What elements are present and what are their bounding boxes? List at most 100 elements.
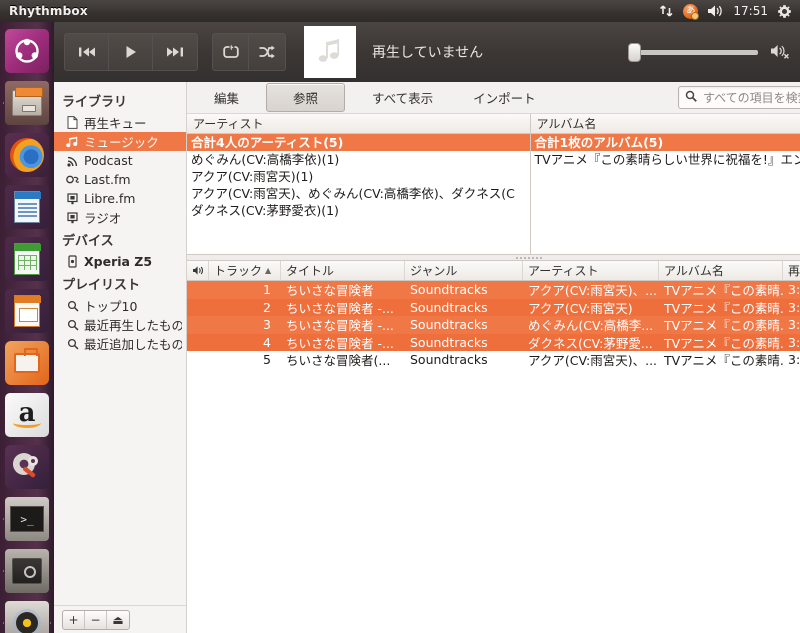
shuffle-button[interactable] bbox=[249, 34, 285, 70]
volume-slider-handle[interactable] bbox=[628, 42, 641, 62]
search-input[interactable]: すべての項目を検索します bbox=[678, 86, 800, 109]
panel-app-title[interactable]: Rhythmbox bbox=[9, 4, 88, 18]
launcher-item-libreoffice-impress[interactable] bbox=[3, 287, 51, 335]
album-column-header[interactable]: アルバム名 bbox=[530, 114, 800, 134]
album-art-placeholder[interactable] bbox=[304, 26, 356, 78]
ime-indicator[interactable]: あ bbox=[683, 0, 700, 22]
volume-slider[interactable] bbox=[628, 42, 758, 62]
column-header-genre[interactable]: ジャンル bbox=[405, 261, 523, 280]
eject-button[interactable]: ⏏ bbox=[107, 611, 129, 629]
repeat-button[interactable] bbox=[213, 34, 249, 70]
launcher-item-amazon[interactable]: a bbox=[3, 391, 51, 439]
search-playlist-icon bbox=[66, 318, 79, 331]
table-row[interactable]: 2 ちいさな冒険者 -... Soundtracks アクア(CV:雨宮天) T… bbox=[187, 298, 800, 316]
remove-playlist-button[interactable]: − bbox=[85, 610, 107, 629]
cell-track: 3 bbox=[263, 317, 271, 333]
previous-button[interactable] bbox=[65, 34, 109, 70]
sidebar-item-label: Libre.fm bbox=[84, 191, 136, 206]
cell-title: ちいさな冒険者 -... bbox=[286, 318, 394, 334]
previous-icon bbox=[78, 47, 95, 57]
launcher-item-libreoffice-calc[interactable] bbox=[3, 235, 51, 283]
launcher-item-libreoffice-writer[interactable] bbox=[3, 183, 51, 231]
librefm-radio-icon bbox=[66, 192, 79, 205]
launcher-item-files[interactable] bbox=[3, 79, 51, 127]
sidebar-item-podcast[interactable]: Podcast bbox=[54, 151, 186, 170]
add-playlist-button[interactable]: + bbox=[63, 610, 85, 629]
show-all-button[interactable]: すべて表示 bbox=[359, 83, 446, 112]
edit-button[interactable]: 編集 bbox=[201, 83, 252, 112]
cell-artist: アクア(CV:雨宮天)、... bbox=[528, 283, 658, 299]
launcher-item-software-center[interactable] bbox=[3, 339, 51, 387]
artist-row[interactable]: めぐみん(CV:高橋李依)(1) bbox=[187, 151, 530, 168]
artist-row[interactable]: アクア(CV:雨宮天)、めぐみん(CV:高橋李依)、ダクネス(C bbox=[187, 185, 530, 202]
running-indicator-left bbox=[3, 567, 4, 575]
sidebar-section-devices-title: デバイス bbox=[62, 234, 114, 249]
track-list: トラック ▲ タイトル ジャンル アーティスト アルバム名 再生時間 1 bbox=[187, 261, 800, 633]
album-row-all[interactable]: 合計1枚のアルバム(5) bbox=[530, 134, 800, 151]
album-row[interactable]: TVアニメ『この素晴らしい世界に祝福を!』エンディング・テ bbox=[531, 151, 800, 168]
launcher-item-firefox[interactable] bbox=[3, 131, 51, 179]
sidebar-item-recently-added[interactable]: 最近追加したもの bbox=[54, 334, 186, 353]
cell-album: TVアニメ『この素晴... bbox=[664, 335, 783, 351]
main-pane: 編集 参照 すべて表示 インポート すべての項目を検索します アーティスト bbox=[187, 82, 800, 633]
search-playlist-icon bbox=[66, 337, 79, 350]
sidebar-item-label: Last.fm bbox=[84, 172, 131, 187]
column-header-duration[interactable]: 再生時間 bbox=[783, 261, 800, 280]
search-placeholder: すべての項目を検索します bbox=[703, 91, 800, 105]
network-updown-icon[interactable] bbox=[659, 0, 674, 22]
artist-list: 合計4人のアーティスト(5) めぐみん(CV:高橋李依)(1) アクア(CV:雨… bbox=[187, 134, 530, 254]
sidebar-item-librefm[interactable]: Libre.fm bbox=[54, 189, 186, 208]
sidebar-item-label: ラジオ bbox=[84, 211, 122, 226]
sidebar-item-top10[interactable]: トップ10 bbox=[54, 296, 186, 315]
launcher-item-system-settings[interactable] bbox=[3, 443, 51, 491]
column-header-track[interactable]: トラック ▲ bbox=[209, 261, 281, 280]
artist-row[interactable]: アクア(CV:雨宮天)(1) bbox=[187, 168, 530, 185]
music-notes-icon bbox=[66, 135, 79, 148]
launcher-item-disk-safe[interactable] bbox=[3, 547, 51, 595]
sidebar-item-music[interactable]: ミュージック bbox=[54, 132, 186, 151]
cell-genre: Soundtracks bbox=[410, 299, 488, 315]
cell-album: TVアニメ『この素晴... bbox=[664, 300, 783, 316]
now-playing-label: 再生していません bbox=[372, 45, 484, 61]
launcher-item-terminal[interactable]: >_ bbox=[3, 495, 51, 543]
column-header-title[interactable]: タイトル bbox=[281, 261, 405, 280]
volume-muted-icon[interactable] bbox=[770, 43, 790, 62]
artist-column-header[interactable]: アーティスト bbox=[187, 114, 530, 134]
play-button[interactable] bbox=[109, 34, 153, 70]
artist-row-all[interactable]: 合計4人のアーティスト(5) bbox=[187, 134, 530, 151]
cell-duration: 3:18 bbox=[788, 299, 800, 315]
queue-page-icon bbox=[66, 116, 79, 129]
sidebar-item-radio[interactable]: ラジオ bbox=[54, 208, 186, 227]
artist-browser: アーティスト 合計4人のアーティスト(5) めぐみん(CV:高橋李依)(1) ア… bbox=[187, 114, 531, 254]
artist-row[interactable]: ダクネス(CV:茅野愛衣)(1) bbox=[187, 202, 530, 219]
sidebar-item-play-queue[interactable]: 再生キュー bbox=[54, 113, 186, 132]
sidebar-item-lastfm[interactable]: Last.fm bbox=[54, 170, 186, 189]
column-header-playing[interactable] bbox=[187, 261, 209, 280]
import-button[interactable]: インポート bbox=[460, 83, 549, 112]
column-header-album[interactable]: アルバム名 bbox=[659, 261, 783, 280]
browser-panes: アーティスト 合計4人のアーティスト(5) めぐみん(CV:高橋李依)(1) ア… bbox=[187, 114, 800, 255]
column-label: トラック bbox=[214, 264, 263, 278]
software-center-bag-icon bbox=[5, 341, 49, 385]
browse-button[interactable]: 参照 bbox=[266, 83, 346, 112]
volume-icon[interactable] bbox=[707, 0, 724, 22]
sidebar-item-label: ミュージック bbox=[84, 135, 159, 150]
table-row[interactable]: 5 ちいさな冒険者(... Soundtracks アクア(CV:雨宮天)、..… bbox=[187, 351, 800, 369]
gear-power-icon[interactable] bbox=[777, 0, 792, 22]
launcher-item-dash-home[interactable] bbox=[3, 27, 51, 75]
pane-splitter[interactable] bbox=[187, 255, 800, 261]
next-button[interactable] bbox=[153, 34, 197, 70]
column-header-artist[interactable]: アーティスト bbox=[523, 261, 659, 280]
table-row[interactable]: 3 ちいさな冒険者 -... Soundtracks めぐみん(CV:高橋李..… bbox=[187, 316, 800, 334]
sidebar-item-xperia-z5[interactable]: Xperia Z5 bbox=[54, 252, 186, 271]
table-row[interactable]: 4 ちいさな冒険者 -... Soundtracks ダクネス(CV:茅野愛..… bbox=[187, 333, 800, 351]
search-playlist-icon bbox=[66, 299, 79, 312]
table-row[interactable]: 1 ちいさな冒険者 Soundtracks アクア(CV:雨宮天)、... TV… bbox=[187, 281, 800, 299]
clock-indicator[interactable]: 17:51 bbox=[733, 0, 768, 22]
cell-track: 1 bbox=[263, 282, 271, 298]
sidebar-item-recently-played[interactable]: 最近再生したもの bbox=[54, 315, 186, 334]
repeat-icon bbox=[222, 44, 239, 58]
impress-presentation-icon bbox=[5, 289, 49, 333]
launcher-item-rhythmbox[interactable] bbox=[3, 599, 51, 633]
cell-title: ちいさな冒険者(... bbox=[286, 353, 391, 369]
